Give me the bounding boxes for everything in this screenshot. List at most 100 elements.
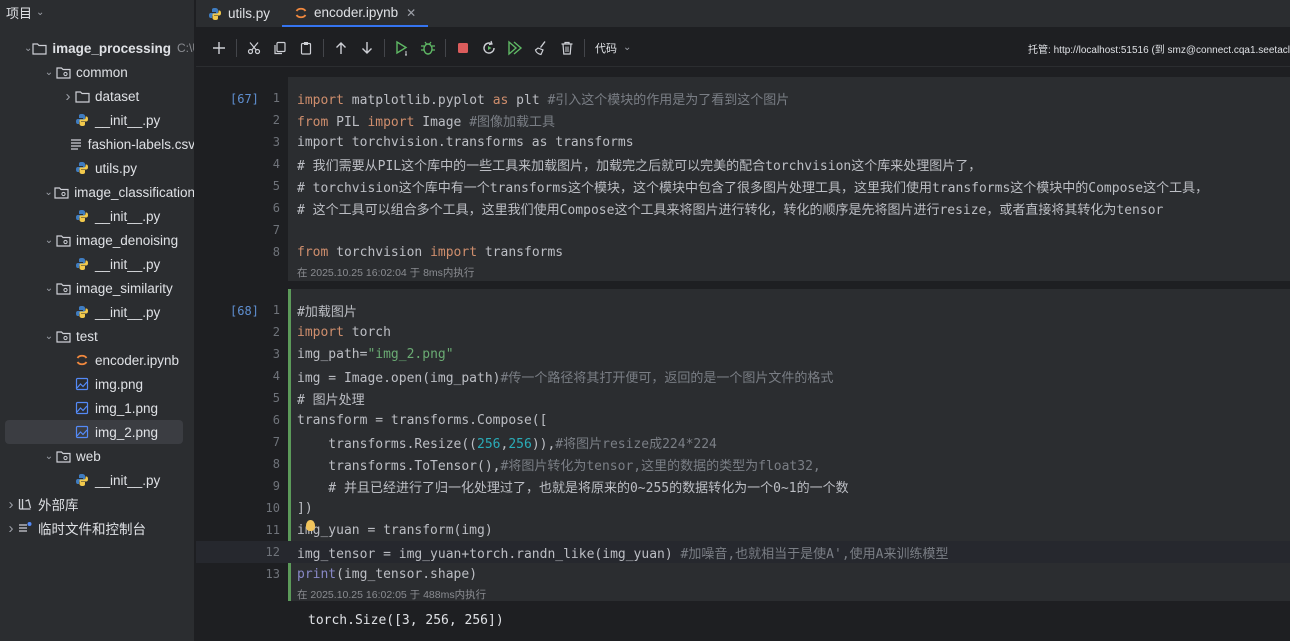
code-line[interactable]: 11 img_yuan = transform(img) <box>196 519 1290 541</box>
tree-item[interactable]: ⌄ image_denoising <box>0 228 194 252</box>
delete-cell-icon[interactable] <box>554 35 580 61</box>
tab-utils-py[interactable]: utils.py <box>196 0 282 27</box>
code-line[interactable]: 8 from torchvision import transforms <box>196 241 1290 263</box>
chevron-down-icon[interactable]: ⌄ <box>43 283 55 294</box>
code-text: img_tensor = img_yuan+torch.randn_like(i… <box>297 546 949 562</box>
python-file-icon <box>208 7 222 21</box>
tree-item[interactable]: › 外部库 <box>0 492 194 516</box>
move-down-icon[interactable] <box>354 35 380 61</box>
tree-item[interactable]: utils.py <box>0 156 194 180</box>
notebook-icon <box>74 352 90 368</box>
tree-item[interactable]: __init__.py <box>0 108 194 132</box>
code-line[interactable]: 4 # 我们需要从PIL这个库中的一些工具来加载图片，加载完之后就可以完美的配合t… <box>196 153 1290 175</box>
line-number: 7 <box>272 435 280 449</box>
clear-outputs-icon[interactable] <box>528 35 554 61</box>
tree-item-label: fashion-labels.csv <box>87 136 195 152</box>
tree-item[interactable]: __init__.py <box>0 204 194 228</box>
tree-item[interactable]: › 临时文件和控制台 <box>0 516 194 540</box>
tree-item[interactable]: img.png <box>0 372 194 396</box>
run-cell-icon[interactable] <box>389 35 415 61</box>
cell-output: torch.Size([3, 256, 256]) <box>308 613 504 628</box>
chevron-down-icon[interactable]: ⌄ <box>43 67 55 78</box>
code-line[interactable]: 2 import torch <box>196 321 1290 343</box>
tree-item[interactable]: ⌄ image_processing C:\U <box>0 36 194 60</box>
folder-icon <box>74 88 90 104</box>
debug-icon[interactable] <box>415 35 441 61</box>
stop-icon[interactable] <box>450 35 476 61</box>
python-file-icon <box>74 304 90 320</box>
restart-kernel-icon[interactable] <box>476 35 502 61</box>
tree-item[interactable]: __init__.py <box>0 468 194 492</box>
tree-item[interactable]: img_2.png <box>5 420 183 444</box>
code-line[interactable]: 5 # 图片处理 <box>196 387 1290 409</box>
code-line[interactable]: 3 img_path="img_2.png" <box>196 343 1290 365</box>
notebook-editor: [67] 1 import matplotlib.pyplot as plt #引… <box>196 68 1290 641</box>
tree-item[interactable]: encoder.ipynb <box>0 348 194 372</box>
chevron-down-icon[interactable]: ⌄ <box>43 235 55 246</box>
code-line[interactable]: 6 transform = transforms.Compose([ <box>196 409 1290 431</box>
code-line[interactable]: 5 # torchvision这个库中有一个transforms这个模块，这个模块… <box>196 175 1290 197</box>
code-line[interactable]: 1 #加载图片 <box>196 299 1290 321</box>
project-path: C:\U <box>176 41 194 55</box>
code-cell[interactable]: [67] 1 import matplotlib.pyplot as plt #引… <box>196 77 1290 281</box>
tree-item-label: __init__.py <box>95 256 161 272</box>
code-line[interactable]: 7 transforms.Resize((256,256)),#将图片resiz… <box>196 431 1290 453</box>
tree-item-label: 外部库 <box>38 498 79 513</box>
line-number: 6 <box>272 413 280 427</box>
tree-item[interactable]: ⌄ image_classification <box>0 180 195 204</box>
line-number: 4 <box>272 157 280 171</box>
jupyter-host-label[interactable]: 托管: http://localhost:51516 (到 smz@connec… <box>1028 29 1290 67</box>
code-line[interactable]: 10]) <box>196 497 1290 519</box>
run-all-icon[interactable] <box>502 35 528 61</box>
chevron-right-icon[interactable]: › <box>5 520 17 537</box>
toolbar-divider <box>236 38 237 57</box>
paste-icon[interactable] <box>293 35 319 61</box>
add-cell-icon[interactable] <box>206 35 232 61</box>
chevron-right-icon[interactable]: › <box>5 496 17 513</box>
tree-item[interactable]: img_1.png <box>0 396 194 420</box>
csv-file-icon <box>69 136 83 152</box>
notebook-icon <box>294 6 308 20</box>
host-text: 托管: http://localhost:51516 (到 smz@connec… <box>1028 44 1290 56</box>
code-line[interactable]: 13 print(img_tensor.shape) <box>196 563 1290 585</box>
code-line[interactable]: 9 # 并且已经进行了归一化处理过了，也就是将原来的0~255的数据转化为一个0… <box>196 475 1290 497</box>
line-number: 12 <box>265 545 280 559</box>
tree-item[interactable]: › dataset <box>0 84 194 108</box>
tree-item[interactable]: ⌄ common <box>0 60 194 84</box>
code-text: import torchvision.transforms as transfo… <box>297 134 634 150</box>
tree-item[interactable]: __init__.py <box>0 300 194 324</box>
code-text: img_yuan = transform(img) <box>297 522 493 538</box>
code-line[interactable]: 6 # 这个工具可以组合多个工具，这里我们使用Compose这个工具来将图片进行转… <box>196 197 1290 219</box>
tree-item[interactable]: ⌄ web <box>0 444 194 468</box>
tree-item-label: image_classification <box>74 184 195 200</box>
code-cell[interactable]: [68] 1 #加载图片 2 import torch 3 img_path="img… <box>196 289 1290 601</box>
code-line[interactable]: 1 import matplotlib.pyplot as plt #引入这个模块… <box>196 87 1290 109</box>
chevron-right-icon[interactable]: › <box>62 88 74 105</box>
chevron-down-icon[interactable]: ⌄ <box>43 451 55 462</box>
code-line-current[interactable]: 12 img_tensor = img_yuan+torch.randn_like… <box>196 541 1290 563</box>
code-line[interactable]: 4 img = Image.open(img_path)#传一个路径将其打开便可，… <box>196 365 1290 387</box>
code-line[interactable]: 2 from PIL import Image #图像加载工具 <box>196 109 1290 131</box>
project-header[interactable]: 项目 ⌄ <box>0 0 194 24</box>
close-icon[interactable]: ✕ <box>406 6 416 20</box>
copy-icon[interactable] <box>267 35 293 61</box>
code-line[interactable]: 3 import torchvision.transforms as transf… <box>196 131 1290 153</box>
code-line[interactable]: 8 transforms.ToTensor(),#将图片转化为tensor,这里… <box>196 453 1290 475</box>
chevron-down-icon[interactable]: ⌄ <box>43 187 54 198</box>
tree-item[interactable]: fashion-labels.csv <box>0 132 195 156</box>
tree-item[interactable]: ⌄ test <box>0 324 194 348</box>
code-line[interactable]: 7 <box>196 219 1290 241</box>
chevron-down-icon[interactable]: ⌄ <box>36 7 44 18</box>
tree-item[interactable]: __init__.py <box>0 252 194 276</box>
tree-item-label: img_1.png <box>95 400 159 416</box>
cell-type-dropdown[interactable]: 代码 ⌄ <box>595 40 631 56</box>
chevron-down-icon[interactable]: ⌄ <box>24 43 32 54</box>
chevron-down-icon[interactable]: ⌄ <box>43 331 55 342</box>
tree-item[interactable]: ⌄ image_similarity <box>0 276 194 300</box>
tab-encoder-ipynb[interactable]: encoder.ipynb ✕ <box>282 0 429 27</box>
code-text: # 图片处理 <box>297 392 365 408</box>
cut-icon[interactable] <box>241 35 267 61</box>
lightbulb-icon[interactable] <box>306 520 315 531</box>
line-number: 8 <box>272 245 280 259</box>
move-up-icon[interactable] <box>328 35 354 61</box>
